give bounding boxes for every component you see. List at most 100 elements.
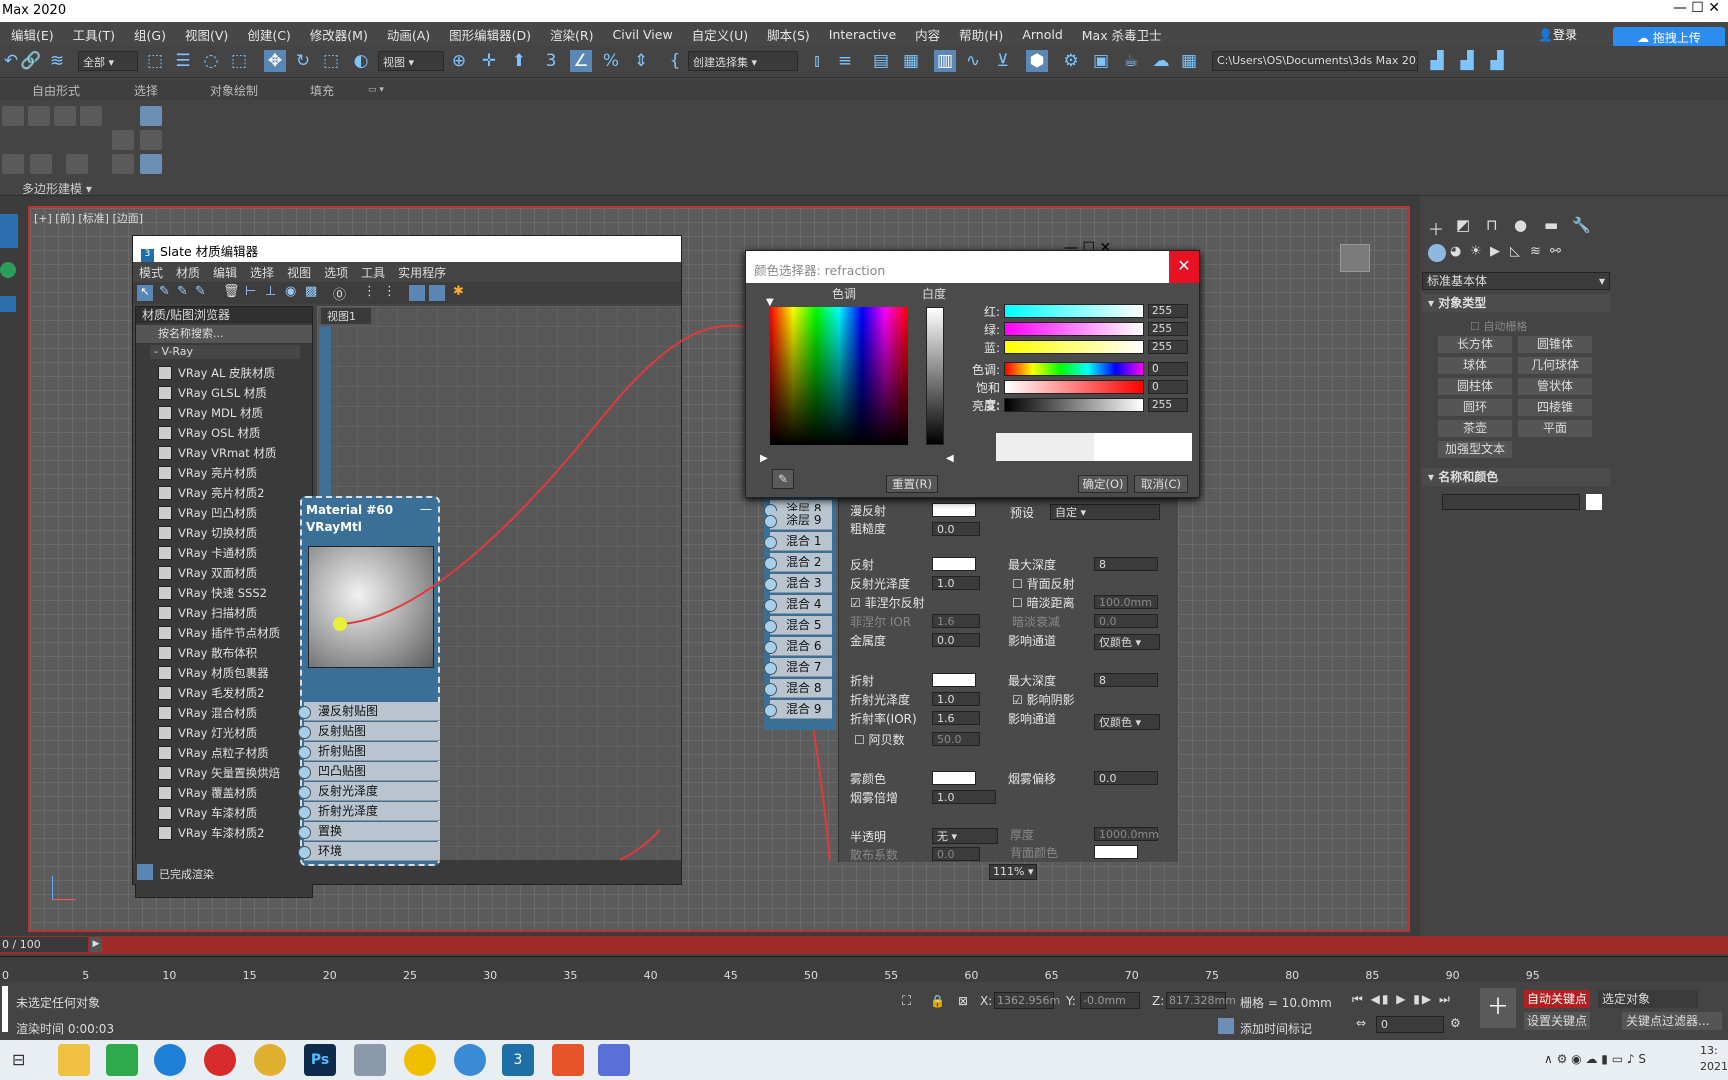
- value-slider[interactable]: [1004, 398, 1144, 412]
- clock-time[interactable]: 13:: [1700, 1044, 1718, 1057]
- playback-controls[interactable]: ⏮ ◀▮ ▶ ▮▶ ⏭: [1352, 992, 1452, 1007]
- dim-dist-checkbox[interactable]: ☐ 暗淡距离: [1012, 594, 1075, 611]
- metalness-spinner[interactable]: 0.0: [932, 633, 980, 647]
- fresnel-checkbox[interactable]: ☑ 菲涅尔反射: [850, 594, 925, 611]
- ie-browser-icon[interactable]: [454, 1044, 486, 1076]
- hue-saturation-box[interactable]: [770, 307, 908, 445]
- ok-button[interactable]: 确定(O): [1078, 475, 1128, 493]
- mountain-app-icon[interactable]: [598, 1044, 630, 1076]
- set-key-icon[interactable]: ＋: [1480, 988, 1516, 1028]
- green-slider[interactable]: [1004, 322, 1144, 336]
- red-value[interactable]: 255: [1148, 304, 1188, 318]
- next-frame-icon[interactable]: ▶: [90, 937, 102, 952]
- dim-falloff-spinner[interactable]: 0.0: [1094, 614, 1158, 628]
- 3dsmax-taskbar-icon[interactable]: 3: [502, 1044, 534, 1076]
- abbe-spinner[interactable]: 50.0: [932, 732, 980, 746]
- time-tag-icon[interactable]: [1218, 1018, 1234, 1034]
- blend-slot-mix6[interactable]: 混合 6: [764, 637, 832, 656]
- blend-slot-mix7[interactable]: 混合 7: [764, 658, 832, 677]
- add-time-tag[interactable]: 添加时间标记: [1240, 1020, 1312, 1037]
- fresnel-ior-spinner[interactable]: 1.6: [932, 614, 980, 628]
- eyedropper-icon[interactable]: ✎: [772, 469, 794, 489]
- scatter-spinner[interactable]: 0.0: [932, 847, 980, 861]
- roughness-spinner[interactable]: 0.0: [932, 522, 980, 536]
- affect-channels2-dropdown[interactable]: 仅颜色 ▾: [1094, 714, 1160, 730]
- blend-slot-mix9[interactable]: 混合 9: [764, 700, 832, 719]
- max-depth2-spinner[interactable]: 8: [1094, 673, 1158, 687]
- affect-channels-dropdown[interactable]: 仅颜色 ▾: [1094, 634, 1160, 650]
- netease-music-icon[interactable]: [204, 1044, 236, 1076]
- capture-app-icon[interactable]: [552, 1044, 584, 1076]
- lock-icon[interactable]: 🔒: [930, 994, 945, 1008]
- time-slider[interactable]: [0, 936, 1728, 954]
- saturation-slider[interactable]: [1004, 380, 1144, 394]
- timeline-ruler[interactable]: 0 5 10 15 20 25 30 35 40 45 50 55 60 65 70 75 80 85 90 95: [0, 956, 1728, 982]
- y-coord[interactable]: -0.0mm: [1080, 992, 1140, 1009]
- blend-slot-mix5[interactable]: 混合 5: [764, 616, 832, 635]
- selected-object-dropdown[interactable]: 选定对象: [1598, 990, 1698, 1008]
- fog-bias-spinner[interactable]: 0.0: [1094, 771, 1158, 785]
- z-coord[interactable]: 817.328mm: [1166, 992, 1236, 1009]
- cancel-button[interactable]: 取消(C): [1134, 475, 1188, 493]
- task-view-icon[interactable]: ⊟: [12, 1050, 25, 1069]
- refl-gloss-spinner[interactable]: 1.0: [932, 576, 980, 590]
- back-color-swatch[interactable]: [1094, 845, 1138, 859]
- diffuse-swatch[interactable]: [932, 503, 976, 517]
- x-coord[interactable]: 1362.956m: [994, 992, 1060, 1009]
- value-value[interactable]: 255: [1148, 398, 1188, 412]
- hue-value[interactable]: 0: [1148, 362, 1188, 376]
- auto-key-button[interactable]: 自动关键点: [1524, 990, 1590, 1008]
- preset-dropdown[interactable]: 自定 ▾: [1050, 504, 1160, 520]
- paint-app-icon[interactable]: [354, 1044, 386, 1076]
- translucency-dropdown[interactable]: 无 ▾: [932, 828, 998, 844]
- blend-slot-mix4[interactable]: 混合 4: [764, 595, 832, 614]
- time-counter[interactable]: 0 / 100: [0, 937, 88, 952]
- reflect-swatch[interactable]: [932, 557, 976, 571]
- red-slider[interactable]: [1004, 304, 1144, 318]
- blue-slider[interactable]: [1004, 340, 1144, 354]
- abbe-checkbox[interactable]: ☐ 阿贝数: [854, 731, 905, 748]
- hue-slider[interactable]: [1004, 362, 1144, 376]
- close-icon[interactable]: ✕: [1169, 251, 1199, 283]
- refr-gloss-spinner[interactable]: 1.0: [932, 692, 980, 706]
- blend-slot-mix8[interactable]: 混合 8: [764, 679, 832, 698]
- file-explorer-icon[interactable]: [58, 1044, 90, 1076]
- whiteness-bar[interactable]: [926, 307, 944, 445]
- dim-dist-spinner[interactable]: 100.0mm: [1094, 595, 1158, 609]
- maxscript-listener[interactable]: [2, 986, 8, 1032]
- key-filter-button[interactable]: 关键点过滤器...: [1622, 1012, 1722, 1030]
- system-tray-icons[interactable]: ∧ ⚙ ◉ ☁ ▮ ▭ ♪ S: [1544, 1052, 1646, 1066]
- blend-slot-mix3[interactable]: 混合 3: [764, 574, 832, 593]
- time-config-icon[interactable]: ⚙: [1450, 1016, 1461, 1030]
- blend-slot-mix1[interactable]: 混合 1: [764, 532, 832, 551]
- refract-swatch[interactable]: [932, 673, 976, 687]
- output-socket[interactable]: [333, 617, 347, 631]
- chrome-browser-icon[interactable]: [254, 1044, 286, 1076]
- value-marker-icon[interactable]: ▶: [760, 453, 768, 464]
- whiteness-marker-icon[interactable]: ◀: [946, 453, 954, 464]
- edge-browser-icon[interactable]: [154, 1044, 186, 1076]
- blue-value[interactable]: 255: [1148, 340, 1188, 354]
- fog-mult-spinner[interactable]: 1.0: [932, 790, 996, 804]
- clock-date[interactable]: 2021: [1700, 1060, 1728, 1073]
- blend-slot-coat9[interactable]: 涂层 9: [764, 511, 832, 530]
- color-picker-title: 颜色选择器: refraction: [746, 251, 1199, 283]
- reset-button[interactable]: 重置(R): [886, 475, 938, 493]
- fog-color-swatch[interactable]: [932, 771, 976, 785]
- ior-spinner[interactable]: 1.6: [932, 711, 980, 725]
- affect-shadows-checkbox[interactable]: ☑ 影响阴影: [1012, 691, 1075, 708]
- current-frame-spinner[interactable]: 0: [1376, 1016, 1444, 1033]
- green-value[interactable]: 255: [1148, 322, 1188, 336]
- set-key-button[interactable]: 设置关键点: [1524, 1012, 1590, 1030]
- isolate-icon[interactable]: ⛶: [902, 994, 911, 1009]
- abs-mode-icon[interactable]: ⊠: [958, 994, 968, 1008]
- thickness-spinner[interactable]: 1000.0mm: [1094, 827, 1159, 841]
- saturation-value[interactable]: 0: [1148, 380, 1188, 394]
- music-app-icon[interactable]: [404, 1044, 436, 1076]
- back-reflect-checkbox[interactable]: ☐ 背面反射: [1012, 575, 1075, 592]
- wechat-app-icon[interactable]: [106, 1044, 138, 1076]
- frame-mode-icon[interactable]: ⇔: [1356, 1016, 1366, 1030]
- blend-slot-mix2[interactable]: 混合 2: [764, 553, 832, 572]
- photoshop-icon[interactable]: Ps: [304, 1044, 336, 1076]
- max-depth-spinner[interactable]: 8: [1094, 557, 1158, 571]
